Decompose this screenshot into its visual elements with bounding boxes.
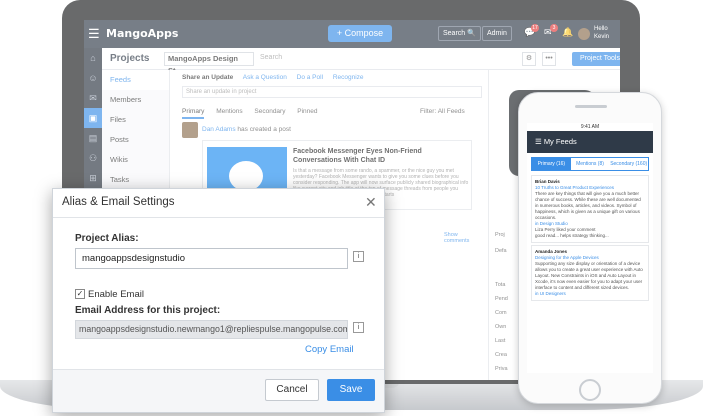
enable-email-label[interactable]: Enable Email (88, 289, 144, 300)
phone-screen: 9:41 AM ☰ My Feeds Primary (16) Mentions… (527, 123, 653, 373)
dialog-footer: Cancel Save (53, 369, 384, 412)
save-button[interactable]: Save (327, 379, 375, 401)
phone-tabs: Primary (16) Mentions (8) Secondary (160… (531, 157, 649, 171)
card-body: Supporting any size display or orientati… (535, 261, 643, 290)
card-group[interactable]: in Design Studio (535, 221, 568, 226)
phone-header: ☰ My Feeds (527, 131, 653, 153)
phone-tab-mentions[interactable]: Mentions (8) (571, 158, 610, 170)
email-address-field[interactable]: mangoappsdesignstudio.newmango1@repliesp… (75, 320, 348, 339)
info-icon[interactable]: i (353, 251, 364, 262)
card-body: There are key things that will give you … (535, 191, 641, 220)
copy-email-link[interactable]: Copy Email (305, 344, 354, 355)
phone-tab-primary[interactable]: Primary (16) (532, 158, 571, 170)
project-alias-input[interactable]: mangoappsdesignstudio (75, 248, 348, 269)
enable-email-checkbox[interactable]: ✓ (75, 289, 85, 299)
card-reply: Liza Perry liked your comment (535, 227, 596, 232)
phone-device: 9:41 AM ☰ My Feeds Primary (16) Mentions… (518, 92, 662, 404)
card-title[interactable]: 10 Truths to Great Product Experiences (535, 185, 614, 190)
project-alias-label: Project Alias: (75, 233, 139, 244)
list-item[interactable]: Brian Davis 10 Truths to Great Product E… (531, 175, 649, 243)
card-reply-body: good read... helps strategy thinking... (535, 233, 609, 238)
phone-speaker (575, 105, 607, 108)
cancel-button[interactable]: Cancel (265, 379, 319, 401)
phone-home-button[interactable] (579, 379, 601, 401)
phone-status-bar: 9:41 AM (527, 123, 653, 131)
card-title[interactable]: Designing for the Apple Devices (535, 255, 599, 260)
close-icon[interactable]: ✕ (365, 194, 377, 211)
email-address-label: Email Address for this project: (75, 305, 221, 316)
dialog-title: Alias & Email Settings (62, 196, 175, 208)
card-group[interactable]: in UI Designers (535, 291, 566, 296)
phone-tab-secondary[interactable]: Secondary (160) (609, 158, 648, 170)
list-item[interactable]: Amanda Jones Designing for the Apple Dev… (531, 245, 649, 301)
divider (53, 217, 384, 218)
info-icon[interactable]: i (353, 322, 364, 333)
phone-header-title: My Feeds (543, 137, 577, 146)
alias-email-dialog: Alias & Email Settings ✕ Project Alias: … (52, 188, 385, 413)
